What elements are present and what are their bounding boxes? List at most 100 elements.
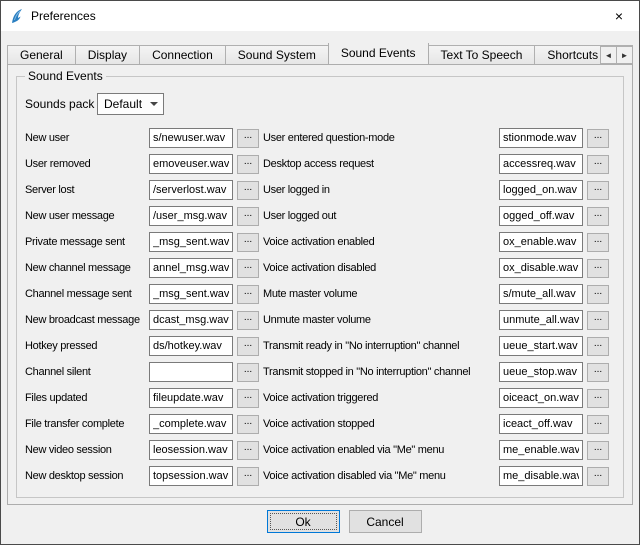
browse-button[interactable]: ... bbox=[237, 311, 259, 330]
browse-button[interactable]: ... bbox=[587, 389, 609, 408]
browse-button[interactable]: ... bbox=[237, 337, 259, 356]
sound-event-label: Channel silent bbox=[25, 366, 145, 378]
sound-file-input[interactable] bbox=[499, 336, 583, 356]
sound-file-input[interactable] bbox=[499, 284, 583, 304]
sound-file-input[interactable] bbox=[149, 440, 233, 460]
app-logo-icon bbox=[9, 8, 25, 24]
browse-button[interactable]: ... bbox=[587, 285, 609, 304]
sound-event-label: Transmit ready in "No interruption" chan… bbox=[263, 340, 495, 352]
sound-event-label: New user bbox=[25, 132, 145, 144]
preferences-window: Preferences × GeneralDisplayConnectionSo… bbox=[0, 0, 640, 545]
sound-file-input[interactable] bbox=[149, 336, 233, 356]
sound-file-input[interactable] bbox=[499, 206, 583, 226]
browse-button[interactable]: ... bbox=[587, 415, 609, 434]
browse-button[interactable]: ... bbox=[237, 363, 259, 382]
sound-event-label: Server lost bbox=[25, 184, 145, 196]
sound-file-input[interactable] bbox=[499, 440, 583, 460]
tab-strip: GeneralDisplayConnectionSound SystemSoun… bbox=[7, 43, 633, 64]
sound-file-input[interactable] bbox=[499, 388, 583, 408]
sound-file-input[interactable] bbox=[149, 414, 233, 434]
close-icon[interactable]: × bbox=[599, 1, 639, 31]
sound-event-label: Voice activation disabled via "Me" menu bbox=[263, 470, 495, 482]
browse-button[interactable]: ... bbox=[587, 363, 609, 382]
tab-sound-system[interactable]: Sound System bbox=[225, 45, 329, 64]
browse-button[interactable]: ... bbox=[587, 155, 609, 174]
titlebar: Preferences × bbox=[1, 1, 639, 31]
browse-button[interactable]: ... bbox=[587, 337, 609, 356]
sound-file-input[interactable] bbox=[149, 232, 233, 252]
cancel-button[interactable]: Cancel bbox=[349, 510, 422, 533]
browse-button[interactable]: ... bbox=[237, 467, 259, 486]
tab-connection[interactable]: Connection bbox=[139, 45, 226, 64]
tab-scrollers: ◄ ► bbox=[601, 46, 633, 64]
sound-event-label: New broadcast message bbox=[25, 314, 145, 326]
sound-file-input[interactable] bbox=[149, 284, 233, 304]
sound-file-input[interactable] bbox=[499, 362, 583, 382]
sound-file-input[interactable] bbox=[149, 128, 233, 148]
tab-scroll-right-icon[interactable]: ► bbox=[616, 46, 633, 64]
sound-event-label: User entered question-mode bbox=[263, 132, 495, 144]
sound-file-input[interactable] bbox=[149, 388, 233, 408]
sound-event-label: New desktop session bbox=[25, 470, 145, 482]
sound-file-input[interactable] bbox=[149, 466, 233, 486]
browse-button[interactable]: ... bbox=[587, 129, 609, 148]
sound-event-label: New user message bbox=[25, 210, 145, 222]
sounds-pack-select[interactable]: Default bbox=[97, 93, 164, 115]
browse-button[interactable]: ... bbox=[237, 285, 259, 304]
browse-button[interactable]: ... bbox=[237, 259, 259, 278]
sound-event-label: Private message sent bbox=[25, 236, 145, 248]
sound-file-input[interactable] bbox=[499, 154, 583, 174]
sound-event-label: New video session bbox=[25, 444, 145, 456]
browse-button[interactable]: ... bbox=[587, 207, 609, 226]
tab-general[interactable]: General bbox=[7, 45, 76, 64]
sound-file-input[interactable] bbox=[149, 180, 233, 200]
sound-events-grid: New user... User entered question-mode...… bbox=[25, 125, 615, 489]
tab-scroll-left-icon[interactable]: ◄ bbox=[600, 46, 617, 64]
browse-button[interactable]: ... bbox=[237, 181, 259, 200]
sound-event-label: Channel message sent bbox=[25, 288, 145, 300]
sound-file-input[interactable] bbox=[149, 362, 233, 382]
browse-button[interactable]: ... bbox=[587, 441, 609, 460]
sound-file-input[interactable] bbox=[499, 466, 583, 486]
sound-event-label: User logged out bbox=[263, 210, 495, 222]
sound-event-label: User logged in bbox=[263, 184, 495, 196]
browse-button[interactable]: ... bbox=[237, 207, 259, 226]
sound-file-input[interactable] bbox=[499, 310, 583, 330]
browse-button[interactable]: ... bbox=[237, 233, 259, 252]
browse-button[interactable]: ... bbox=[237, 129, 259, 148]
sound-file-input[interactable] bbox=[149, 206, 233, 226]
sound-event-label: Transmit stopped in "No interruption" ch… bbox=[263, 366, 495, 378]
sound-file-input[interactable] bbox=[499, 232, 583, 252]
browse-button[interactable]: ... bbox=[237, 389, 259, 408]
window-title: Preferences bbox=[31, 9, 96, 23]
sound-event-label: User removed bbox=[25, 158, 145, 170]
tab-text-to-speech[interactable]: Text To Speech bbox=[428, 45, 536, 64]
chevron-down-icon bbox=[150, 102, 158, 106]
sound-file-input[interactable] bbox=[499, 128, 583, 148]
sound-event-label: Desktop access request bbox=[263, 158, 495, 170]
browse-button[interactable]: ... bbox=[237, 415, 259, 434]
browse-button[interactable]: ... bbox=[237, 155, 259, 174]
sounds-pack-label: Sounds pack bbox=[25, 97, 97, 111]
sound-file-input[interactable] bbox=[149, 154, 233, 174]
browse-button[interactable]: ... bbox=[587, 467, 609, 486]
sound-event-label: File transfer complete bbox=[25, 418, 145, 430]
ok-button[interactable]: Ok bbox=[267, 510, 340, 533]
sound-file-input[interactable] bbox=[149, 258, 233, 278]
sound-file-input[interactable] bbox=[499, 258, 583, 278]
browse-button[interactable]: ... bbox=[587, 181, 609, 200]
browse-button[interactable]: ... bbox=[587, 311, 609, 330]
dialog-footer: Ok Cancel bbox=[1, 510, 639, 533]
sound-file-input[interactable] bbox=[149, 310, 233, 330]
sound-file-input[interactable] bbox=[499, 180, 583, 200]
tab-display[interactable]: Display bbox=[75, 45, 140, 64]
browse-button[interactable]: ... bbox=[587, 259, 609, 278]
tab-sound-events[interactable]: Sound Events bbox=[328, 43, 429, 64]
sound-file-input[interactable] bbox=[499, 414, 583, 434]
sound-event-label: Voice activation triggered bbox=[263, 392, 495, 404]
browse-button[interactable]: ... bbox=[237, 441, 259, 460]
browse-button[interactable]: ... bbox=[587, 233, 609, 252]
tab-bar: GeneralDisplayConnectionSound SystemSoun… bbox=[7, 43, 633, 64]
sound-event-label: Mute master volume bbox=[263, 288, 495, 300]
groupbox-title: Sound Events bbox=[25, 69, 106, 83]
